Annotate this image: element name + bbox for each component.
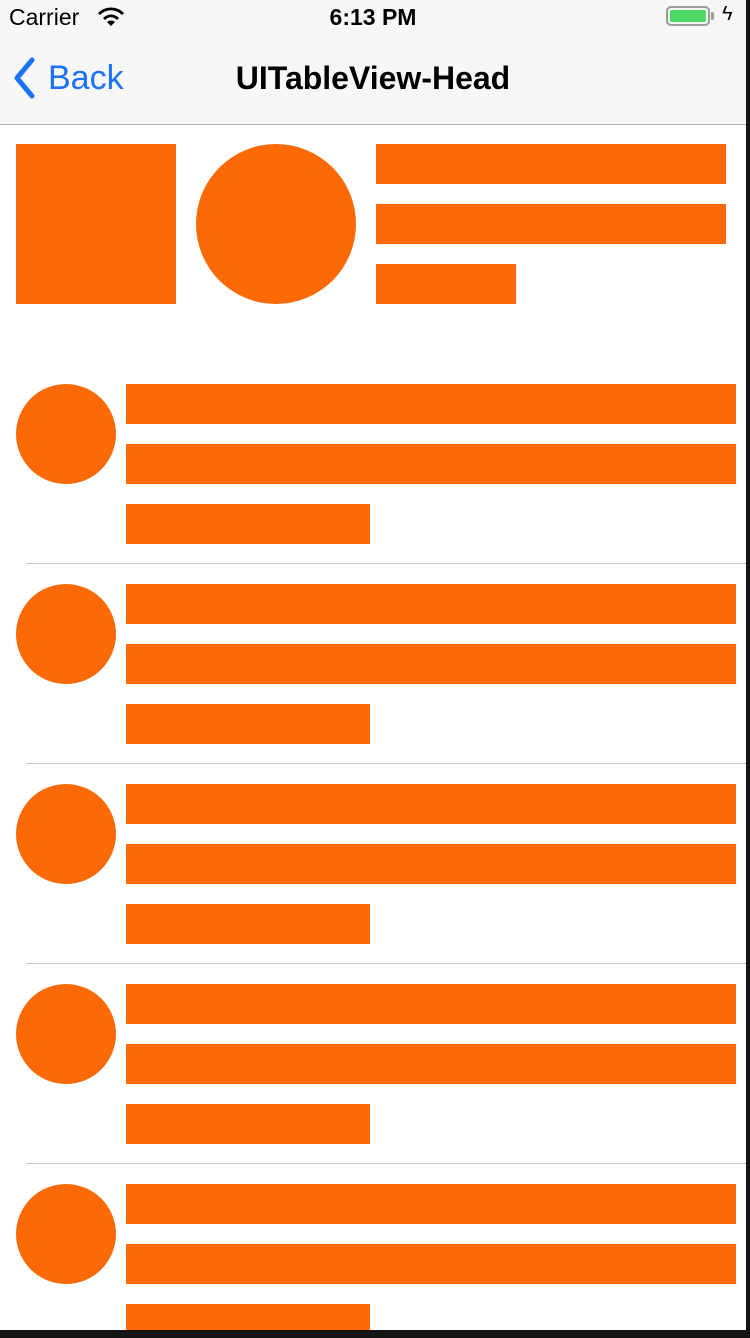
row-avatar-placeholder (16, 384, 116, 484)
header-avatar-placeholder (196, 144, 356, 304)
row-avatar-placeholder (16, 1184, 116, 1284)
page-title: UITableView-Head (235, 60, 511, 96)
header-line-placeholder (376, 264, 516, 304)
row-line-placeholder (126, 1184, 736, 1224)
row-line-placeholder (126, 904, 370, 944)
row-line-placeholder (126, 584, 736, 624)
row-avatar-placeholder (16, 784, 116, 884)
row-separator (26, 563, 746, 564)
navigation-bar: Carrier 6:13 PM ϟ Back UITableView-Head (0, 0, 746, 125)
battery-nub (711, 12, 714, 20)
row-line-placeholder (126, 784, 736, 824)
row-line-placeholder (126, 844, 736, 884)
row-line-placeholder (126, 1244, 736, 1284)
charging-bolt-icon: ϟ (722, 3, 733, 25)
row-line-placeholder (126, 1104, 370, 1144)
battery-icon (666, 6, 710, 26)
row-line-placeholder (126, 704, 370, 744)
row-avatar-placeholder (16, 984, 116, 1084)
row-line-placeholder (126, 384, 736, 424)
header-line-placeholder (376, 144, 726, 184)
row-line-placeholder (126, 1044, 736, 1084)
screen: Carrier 6:13 PM ϟ Back UITableView-Head (0, 0, 746, 1330)
row-line-placeholder (126, 1304, 370, 1330)
row-line-placeholder (126, 644, 736, 684)
header-line-placeholder (376, 204, 726, 244)
status-time: 6:13 PM (329, 4, 417, 30)
row-separator (26, 963, 746, 964)
row-line-placeholder (126, 444, 736, 484)
row-separator (26, 763, 746, 764)
row-line-placeholder (126, 984, 736, 1024)
row-separator (26, 1163, 746, 1164)
header-square-placeholder (16, 144, 176, 304)
row-avatar-placeholder (16, 584, 116, 684)
row-line-placeholder (126, 504, 370, 544)
